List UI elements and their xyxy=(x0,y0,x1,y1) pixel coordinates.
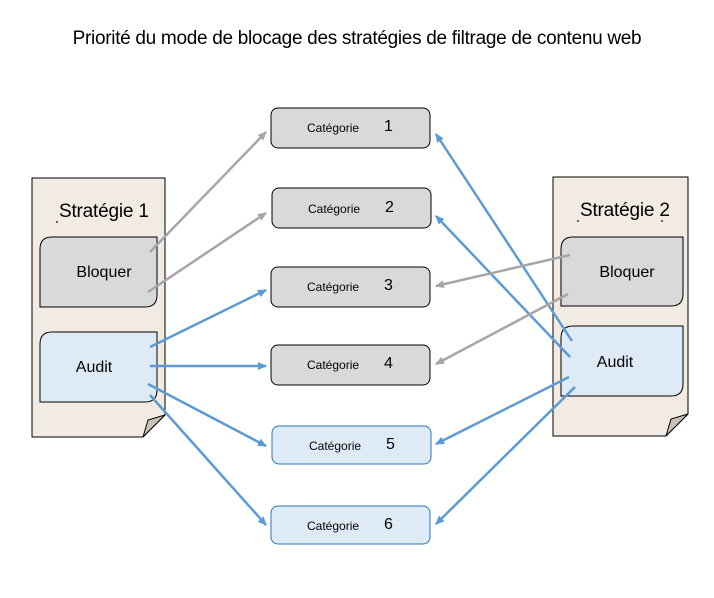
category-3-label: Catégorie xyxy=(307,280,360,294)
category-2-number: 2 xyxy=(385,199,394,216)
category-1-number: 1 xyxy=(384,118,393,135)
category-2-label: Catégorie xyxy=(308,202,361,216)
policy-2-block-label: Bloquer xyxy=(599,264,655,281)
policy-1-arrows xyxy=(147,131,267,526)
category-3-number: 3 xyxy=(384,277,393,294)
category-4-label: Catégorie xyxy=(307,358,360,372)
arrow-p2-block-to-cat3 xyxy=(435,253,571,289)
category-1-label: Catégorie xyxy=(307,121,360,135)
policy-2-label-dot xyxy=(577,220,579,222)
diagram-canvas xyxy=(31,107,689,545)
arrow-p1-audit-to-cat5 xyxy=(147,382,267,448)
policy-1-title: Stratégie 1 xyxy=(59,201,149,222)
arrow-p1-audit-to-cat3 xyxy=(149,288,267,349)
policy-2-title: Stratégie 2 xyxy=(580,200,670,221)
category-5-number: 5 xyxy=(386,436,395,453)
category-boxes xyxy=(270,107,432,545)
category-6-number: 6 xyxy=(384,516,393,533)
policy-1-label-dot xyxy=(56,221,58,223)
category-6-label: Catégorie xyxy=(307,519,360,533)
policy-1-block-label: Bloquer xyxy=(76,264,132,281)
category-5-label: Catégorie xyxy=(309,439,362,453)
arrow-p2-block-to-cat4 xyxy=(435,292,569,366)
arrow-p1-block-to-cat1 xyxy=(149,131,267,253)
category-4-number: 4 xyxy=(384,355,393,372)
arrow-p2-audit-to-cat5 xyxy=(435,375,570,446)
policy-1-audit-label: Audit xyxy=(75,359,113,376)
arrow-p2-audit-to-cat6 xyxy=(435,386,576,525)
policy-2-audit-label: Audit xyxy=(596,354,634,371)
